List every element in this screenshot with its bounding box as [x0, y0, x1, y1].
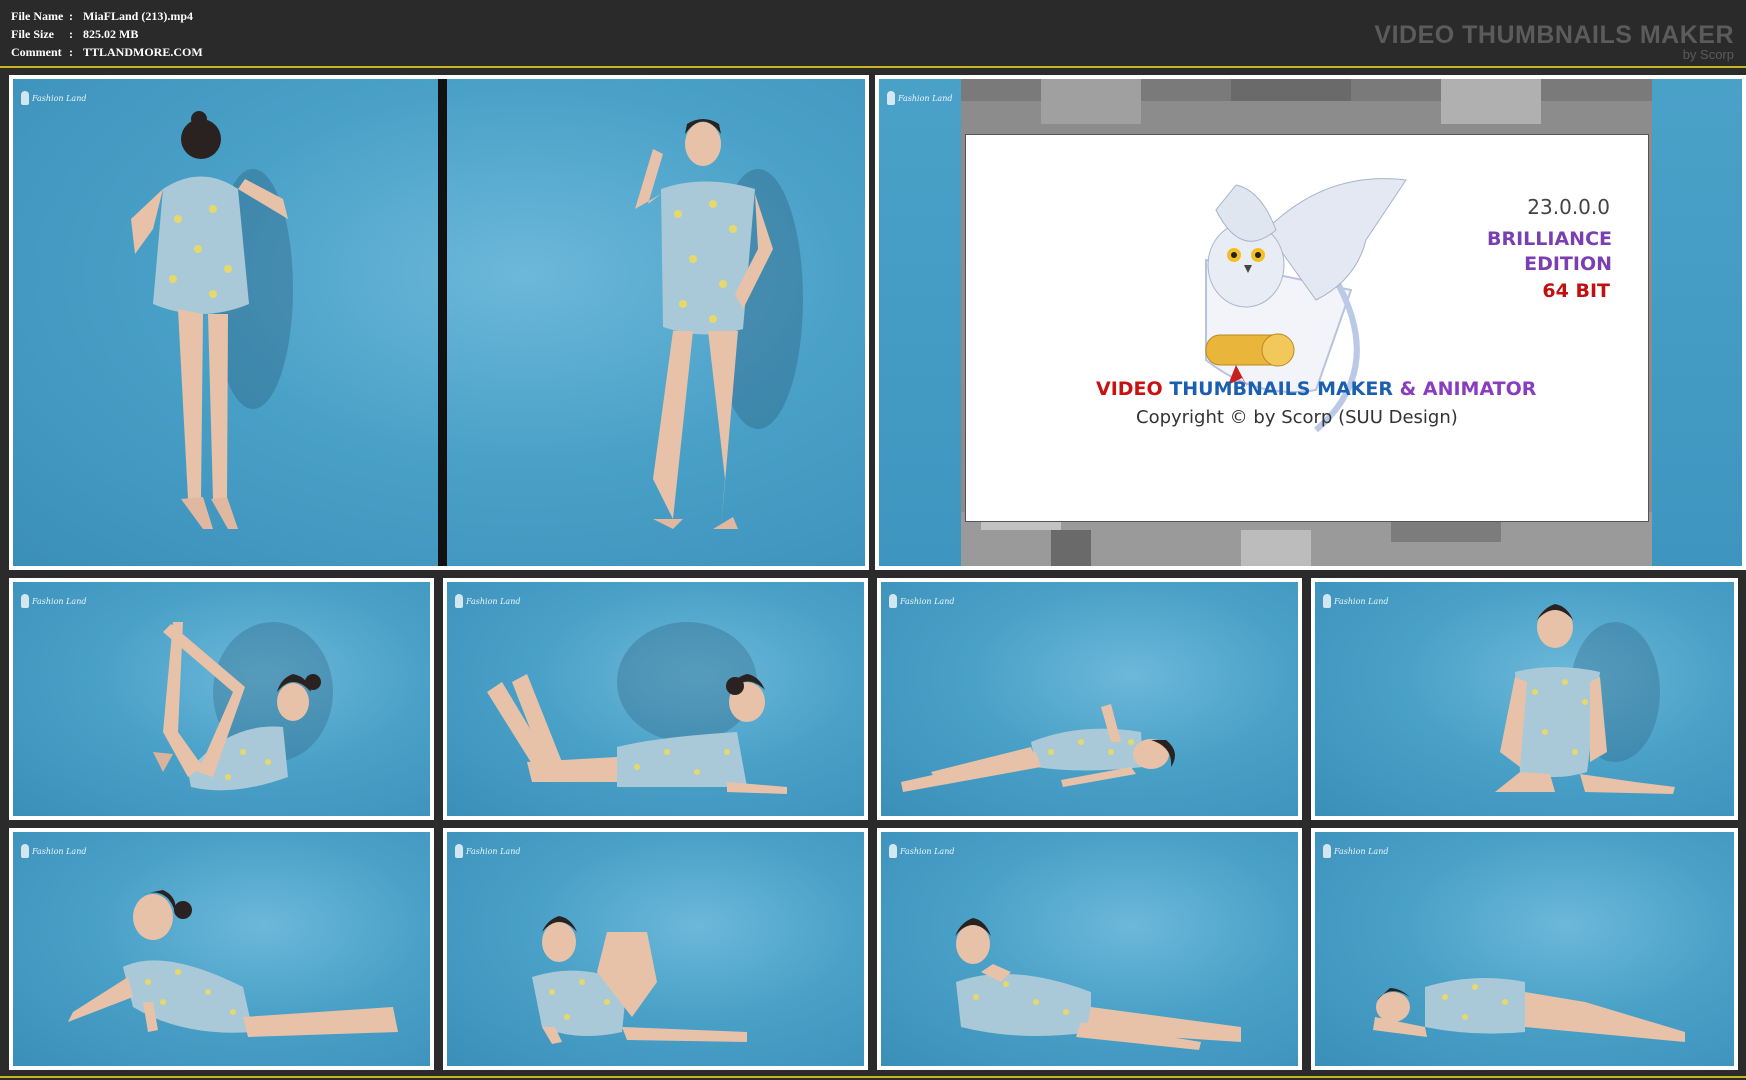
watermark: Fashion Land [887, 91, 952, 105]
model-figure [68, 890, 398, 1037]
thumbnail-image: Fashion Land [881, 832, 1298, 1066]
file-size-label: File Size [11, 27, 54, 41]
comment-value: TTLANDMORE.COM [83, 45, 203, 59]
thumbnail-image: Fashion Land [13, 832, 430, 1066]
splash-card: 23.0.0.0 BRILLIANCE EDITION 64 BIT VIDEO… [965, 134, 1649, 522]
splash-image: Fashion Land 23.0.0.0 BRILLIANCE EDITION… [879, 79, 1742, 566]
separator: : [69, 9, 73, 23]
thumbnail-6[interactable]: Fashion Land [9, 828, 434, 1070]
thumbnail-2[interactable]: Fashion Land [9, 578, 434, 820]
file-name-label: File Name [11, 9, 64, 23]
model-figure [532, 916, 747, 1044]
model-figure [153, 622, 333, 791]
watermark-text: Fashion Land [898, 93, 953, 103]
model-figure [1373, 978, 1685, 1042]
model-figure [955, 918, 1241, 1050]
bits-badge: 64 BIT [1542, 280, 1610, 302]
thumbnail-1[interactable]: Fashion Land [9, 75, 869, 570]
accent-divider-bottom [0, 1076, 1746, 1078]
thumbnail-5[interactable]: Fashion Land [1311, 578, 1738, 820]
title-ampersand: & [1399, 378, 1417, 400]
brand-subtitle: by Scorp [1682, 47, 1734, 62]
thumbnail-image: Fashion Land [881, 582, 1298, 816]
brand-title: VIDEO THUMBNAILS MAKER [1374, 21, 1734, 49]
product-title: VIDEO THUMBNAILS MAKER & ANIMATOR [1096, 378, 1536, 400]
file-name-value: MiaFLand (213).mp4 [83, 9, 194, 23]
separator: : [69, 27, 73, 41]
thumbnail-8[interactable]: Fashion Land [877, 828, 1302, 1070]
grey-block [1231, 79, 1351, 101]
thumbnail-image: Fashion Land [13, 79, 865, 566]
edition-text: BRILLIANCE EDITION [1487, 227, 1612, 277]
model-figure [1495, 604, 1675, 794]
header-bar: File Name : MiaFLand (213).mp4 File Size… [0, 0, 1746, 66]
file-info: File Name : MiaFLand (213).mp4 File Size… [11, 7, 203, 61]
copyright-text: Copyright © by Scorp (SUU Design) [1136, 407, 1458, 428]
thumbnail-7[interactable]: Fashion Land [443, 828, 868, 1070]
comment-label: Comment [11, 45, 62, 59]
model-figure [901, 704, 1175, 792]
edition-line-1: BRILLIANCE [1487, 228, 1612, 250]
file-size-value: 825.02 MB [83, 27, 139, 41]
version-text: 23.0.0.0 [1527, 195, 1610, 219]
splash-frame[interactable]: Fashion Land 23.0.0.0 BRILLIANCE EDITION… [875, 75, 1746, 570]
watermark-icon [887, 91, 895, 105]
thumbnail-image: Fashion Land [447, 582, 864, 816]
thumbnail-image: Fashion Land [1315, 582, 1734, 816]
title-thumbnails-maker: THUMBNAILS MAKER [1169, 378, 1394, 400]
title-animator: ANIMATOR [1422, 378, 1537, 400]
grey-block [1441, 79, 1541, 124]
separator: : [69, 45, 73, 59]
model-figures [131, 111, 803, 529]
file-name-row: File Name : MiaFLand (213).mp4 [11, 7, 203, 25]
thumbnail-image: Fashion Land [13, 582, 430, 816]
grey-block [1041, 79, 1141, 124]
model-figure [487, 622, 787, 794]
thumbnail-image: Fashion Land [1315, 832, 1734, 1066]
accent-divider [0, 66, 1746, 68]
title-video: VIDEO [1096, 378, 1163, 400]
grey-block [1241, 530, 1311, 566]
thumbnail-image: Fashion Land [447, 832, 864, 1066]
grey-block [1051, 530, 1091, 566]
edition-line-2: EDITION [1524, 253, 1612, 275]
brand-logo: VIDEO THUMBNAILS MAKER by Scorp [1374, 22, 1734, 61]
thumbnail-9[interactable]: Fashion Land [1311, 828, 1738, 1070]
thumbnail-4[interactable]: Fashion Land [877, 578, 1302, 820]
file-size-row: File Size : 825.02 MB [11, 25, 203, 43]
thumbnail-3[interactable]: Fashion Land [443, 578, 868, 820]
comment-row: Comment : TTLANDMORE.COM [11, 43, 203, 61]
